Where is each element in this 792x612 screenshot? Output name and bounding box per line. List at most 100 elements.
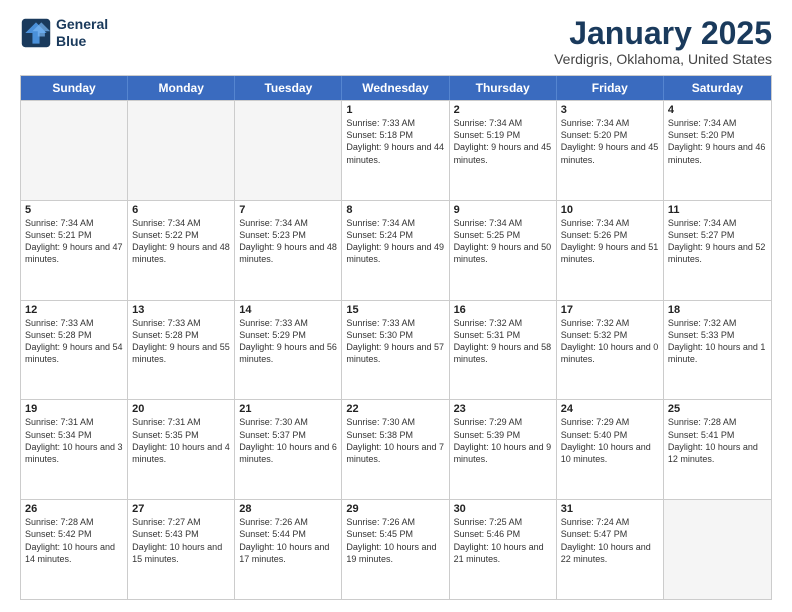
day-number: 13 xyxy=(132,304,230,316)
cell-info: Sunrise: 7:31 AMSunset: 5:35 PMDaylight:… xyxy=(132,416,230,465)
calendar-week-5: 26Sunrise: 7:28 AMSunset: 5:42 PMDayligh… xyxy=(21,499,771,599)
location: Verdigris, Oklahoma, United States xyxy=(554,51,772,67)
day-header-thursday: Thursday xyxy=(450,76,557,100)
cell-info: Sunrise: 7:32 AMSunset: 5:31 PMDaylight:… xyxy=(454,317,552,366)
cell-info: Sunrise: 7:34 AMSunset: 5:19 PMDaylight:… xyxy=(454,117,552,166)
day-number: 6 xyxy=(132,204,230,216)
day-number: 23 xyxy=(454,403,552,415)
cell-info: Sunrise: 7:33 AMSunset: 5:28 PMDaylight:… xyxy=(25,317,123,366)
page: General Blue January 2025 Verdigris, Okl… xyxy=(0,0,792,612)
calendar-cell: 21Sunrise: 7:30 AMSunset: 5:37 PMDayligh… xyxy=(235,400,342,499)
day-number: 3 xyxy=(561,104,659,116)
calendar-cell: 10Sunrise: 7:34 AMSunset: 5:26 PMDayligh… xyxy=(557,201,664,300)
day-number: 29 xyxy=(346,503,444,515)
calendar-week-4: 19Sunrise: 7:31 AMSunset: 5:34 PMDayligh… xyxy=(21,399,771,499)
day-header-wednesday: Wednesday xyxy=(342,76,449,100)
cell-info: Sunrise: 7:34 AMSunset: 5:21 PMDaylight:… xyxy=(25,217,123,266)
calendar-cell: 19Sunrise: 7:31 AMSunset: 5:34 PMDayligh… xyxy=(21,400,128,499)
day-number: 26 xyxy=(25,503,123,515)
logo-text: General Blue xyxy=(56,16,108,50)
cell-info: Sunrise: 7:33 AMSunset: 5:29 PMDaylight:… xyxy=(239,317,337,366)
day-number: 28 xyxy=(239,503,337,515)
day-number: 20 xyxy=(132,403,230,415)
calendar-cell: 8Sunrise: 7:34 AMSunset: 5:24 PMDaylight… xyxy=(342,201,449,300)
calendar-cell: 13Sunrise: 7:33 AMSunset: 5:28 PMDayligh… xyxy=(128,301,235,400)
calendar-cell xyxy=(235,101,342,200)
day-number: 10 xyxy=(561,204,659,216)
calendar-cell: 3Sunrise: 7:34 AMSunset: 5:20 PMDaylight… xyxy=(557,101,664,200)
cell-info: Sunrise: 7:34 AMSunset: 5:26 PMDaylight:… xyxy=(561,217,659,266)
calendar-cell xyxy=(21,101,128,200)
calendar-cell: 1Sunrise: 7:33 AMSunset: 5:18 PMDaylight… xyxy=(342,101,449,200)
day-number: 12 xyxy=(25,304,123,316)
calendar-cell: 25Sunrise: 7:28 AMSunset: 5:41 PMDayligh… xyxy=(664,400,771,499)
calendar-cell: 31Sunrise: 7:24 AMSunset: 5:47 PMDayligh… xyxy=(557,500,664,599)
calendar-cell: 16Sunrise: 7:32 AMSunset: 5:31 PMDayligh… xyxy=(450,301,557,400)
cell-info: Sunrise: 7:29 AMSunset: 5:40 PMDaylight:… xyxy=(561,416,659,465)
cell-info: Sunrise: 7:34 AMSunset: 5:24 PMDaylight:… xyxy=(346,217,444,266)
calendar-cell: 28Sunrise: 7:26 AMSunset: 5:44 PMDayligh… xyxy=(235,500,342,599)
calendar-week-3: 12Sunrise: 7:33 AMSunset: 5:28 PMDayligh… xyxy=(21,300,771,400)
calendar-week-2: 5Sunrise: 7:34 AMSunset: 5:21 PMDaylight… xyxy=(21,200,771,300)
day-number: 5 xyxy=(25,204,123,216)
calendar-cell: 29Sunrise: 7:26 AMSunset: 5:45 PMDayligh… xyxy=(342,500,449,599)
calendar-cell xyxy=(664,500,771,599)
cell-info: Sunrise: 7:34 AMSunset: 5:25 PMDaylight:… xyxy=(454,217,552,266)
cell-info: Sunrise: 7:33 AMSunset: 5:18 PMDaylight:… xyxy=(346,117,444,166)
day-number: 27 xyxy=(132,503,230,515)
day-header-saturday: Saturday xyxy=(664,76,771,100)
day-header-monday: Monday xyxy=(128,76,235,100)
calendar-cell: 7Sunrise: 7:34 AMSunset: 5:23 PMDaylight… xyxy=(235,201,342,300)
day-number: 1 xyxy=(346,104,444,116)
day-number: 2 xyxy=(454,104,552,116)
calendar-cell: 12Sunrise: 7:33 AMSunset: 5:28 PMDayligh… xyxy=(21,301,128,400)
logo: General Blue xyxy=(20,16,108,50)
day-number: 31 xyxy=(561,503,659,515)
cell-info: Sunrise: 7:28 AMSunset: 5:42 PMDaylight:… xyxy=(25,516,123,565)
calendar-cell: 4Sunrise: 7:34 AMSunset: 5:20 PMDaylight… xyxy=(664,101,771,200)
calendar-cell: 9Sunrise: 7:34 AMSunset: 5:25 PMDaylight… xyxy=(450,201,557,300)
cell-info: Sunrise: 7:26 AMSunset: 5:45 PMDaylight:… xyxy=(346,516,444,565)
calendar: SundayMondayTuesdayWednesdayThursdayFrid… xyxy=(20,75,772,600)
calendar-week-1: 1Sunrise: 7:33 AMSunset: 5:18 PMDaylight… xyxy=(21,100,771,200)
cell-info: Sunrise: 7:34 AMSunset: 5:20 PMDaylight:… xyxy=(561,117,659,166)
calendar-cell: 20Sunrise: 7:31 AMSunset: 5:35 PMDayligh… xyxy=(128,400,235,499)
day-number: 22 xyxy=(346,403,444,415)
calendar-cell: 30Sunrise: 7:25 AMSunset: 5:46 PMDayligh… xyxy=(450,500,557,599)
cell-info: Sunrise: 7:30 AMSunset: 5:38 PMDaylight:… xyxy=(346,416,444,465)
calendar-cell: 17Sunrise: 7:32 AMSunset: 5:32 PMDayligh… xyxy=(557,301,664,400)
day-header-sunday: Sunday xyxy=(21,76,128,100)
calendar-cell xyxy=(128,101,235,200)
cell-info: Sunrise: 7:34 AMSunset: 5:27 PMDaylight:… xyxy=(668,217,767,266)
cell-info: Sunrise: 7:27 AMSunset: 5:43 PMDaylight:… xyxy=(132,516,230,565)
header: General Blue January 2025 Verdigris, Okl… xyxy=(20,16,772,67)
cell-info: Sunrise: 7:34 AMSunset: 5:22 PMDaylight:… xyxy=(132,217,230,266)
cell-info: Sunrise: 7:31 AMSunset: 5:34 PMDaylight:… xyxy=(25,416,123,465)
calendar-cell: 2Sunrise: 7:34 AMSunset: 5:19 PMDaylight… xyxy=(450,101,557,200)
calendar-cell: 14Sunrise: 7:33 AMSunset: 5:29 PMDayligh… xyxy=(235,301,342,400)
day-number: 19 xyxy=(25,403,123,415)
calendar-cell: 22Sunrise: 7:30 AMSunset: 5:38 PMDayligh… xyxy=(342,400,449,499)
day-number: 30 xyxy=(454,503,552,515)
day-number: 14 xyxy=(239,304,337,316)
calendar-header: SundayMondayTuesdayWednesdayThursdayFrid… xyxy=(21,76,771,100)
cell-info: Sunrise: 7:32 AMSunset: 5:33 PMDaylight:… xyxy=(668,317,767,366)
day-number: 11 xyxy=(668,204,767,216)
day-number: 8 xyxy=(346,204,444,216)
cell-info: Sunrise: 7:34 AMSunset: 5:20 PMDaylight:… xyxy=(668,117,767,166)
calendar-cell: 6Sunrise: 7:34 AMSunset: 5:22 PMDaylight… xyxy=(128,201,235,300)
day-header-friday: Friday xyxy=(557,76,664,100)
day-number: 9 xyxy=(454,204,552,216)
logo-icon xyxy=(20,17,52,49)
day-number: 15 xyxy=(346,304,444,316)
cell-info: Sunrise: 7:28 AMSunset: 5:41 PMDaylight:… xyxy=(668,416,767,465)
cell-info: Sunrise: 7:33 AMSunset: 5:28 PMDaylight:… xyxy=(132,317,230,366)
day-number: 7 xyxy=(239,204,337,216)
cell-info: Sunrise: 7:24 AMSunset: 5:47 PMDaylight:… xyxy=(561,516,659,565)
cell-info: Sunrise: 7:26 AMSunset: 5:44 PMDaylight:… xyxy=(239,516,337,565)
calendar-cell: 24Sunrise: 7:29 AMSunset: 5:40 PMDayligh… xyxy=(557,400,664,499)
day-number: 18 xyxy=(668,304,767,316)
cell-info: Sunrise: 7:29 AMSunset: 5:39 PMDaylight:… xyxy=(454,416,552,465)
month-title: January 2025 xyxy=(554,16,772,51)
day-number: 17 xyxy=(561,304,659,316)
